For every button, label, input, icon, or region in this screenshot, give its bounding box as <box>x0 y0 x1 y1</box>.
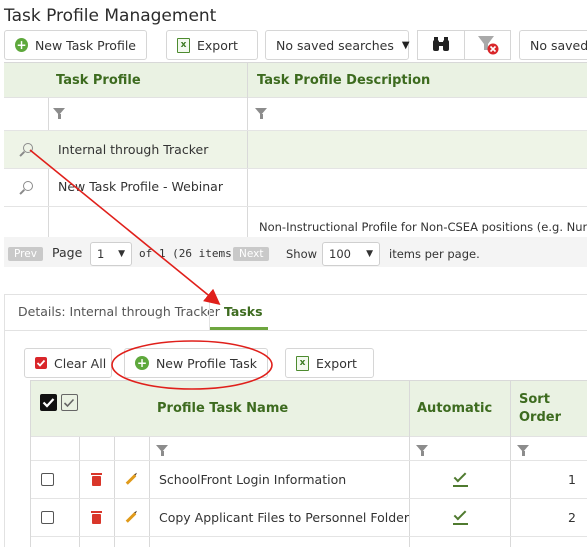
annotation-ellipse <box>111 340 273 390</box>
annotation-arrow <box>29 149 221 306</box>
annotation-overlay <box>29 149 273 390</box>
